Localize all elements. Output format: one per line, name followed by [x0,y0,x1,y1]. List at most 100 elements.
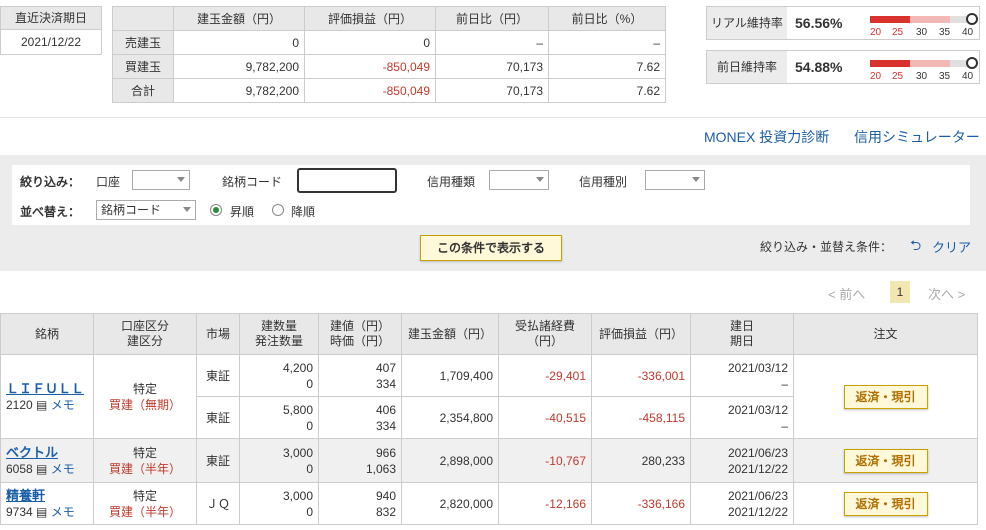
market-cell: 東証 [196,438,240,483]
summary-header-blank [112,6,174,31]
chevron-down-icon [183,207,191,212]
summary-row-label: 買建玉 [112,54,174,79]
memo-icon[interactable]: ▤ [36,462,47,476]
table-row: ＬＩＦＵＬＬ 2120 ▤ メモ 特定 買建（無期） 東証 4,200 0 407… [0,354,978,439]
gauge-marker-icon [966,13,978,25]
pager-next[interactable]: 次へ > [928,284,965,303]
maintenance-gauge: 20 25 30 35 40 [870,13,978,39]
summary-amount: 9,782,200 [173,54,305,79]
positions-table: 銘柄 口座区分 建区分 市場 建数量 発注数量 建値（円） 時価（円） 建玉金額（円）… [0,313,978,525]
gauge-tick: 25 [892,27,904,38]
table-row: ベクトル 6058 ▤ メモ 特定 買建（半年） 東証 3,000 0 966 1,… [0,438,978,483]
credit-type-label: 信用種類 [427,175,476,189]
summary-pct: 7.62 [548,78,666,103]
col-symbol: 銘柄 [0,313,94,355]
pager-current-page[interactable]: 1 [890,281,910,303]
credit-kind-select[interactable] [645,170,705,190]
memo-link[interactable]: メモ [51,398,75,412]
asc-label: 昇順 [230,205,255,219]
date-cell: 2021/03/12– [690,354,794,397]
settlement-date-value: 2021/12/22 [20,35,82,49]
amount-cell: 2,898,000 [401,438,499,483]
monex-diagnosis-link[interactable]: MONEX 投資力診断 [704,127,829,147]
pager-prev[interactable]: < 前へ [828,284,865,303]
apply-filter-button[interactable]: この条件で表示する [420,235,562,261]
prev-day-maintenance-ratio: 前日維持率 54.88% 20 25 30 35 40 [706,50,980,84]
sort-select-value: 銘柄コード [101,203,162,217]
price-cell: 966 1,063 [318,438,402,483]
settle-button[interactable]: 返済・現引 [843,491,928,516]
sort-select[interactable]: 銘柄コード [96,200,196,220]
gauge-tick: 40 [962,71,974,82]
chevron-down-icon [692,177,700,182]
gauge-tick: 20 [870,71,882,82]
gauge-tick: 30 [916,27,928,38]
summary-amount: 0 [173,30,305,55]
symbol-name-link[interactable]: ベクトル [6,445,88,461]
real-maintenance-ratio: リアル維持率 56.56% 20 25 30 35 40 [706,6,980,40]
pl-cell: -458,115 [591,396,691,439]
filter-label: 絞り込み： [20,175,81,189]
col-price: 建値（円） 時価（円） [318,313,402,355]
pl-cell: 280,233 [591,438,691,483]
memo-icon[interactable]: ▤ [36,505,47,519]
condition-label: 絞り込み・並替え条件： [760,240,893,254]
gauge-red-segment [870,16,910,23]
amount-cell: 2,354,800 [401,396,499,439]
stock-code-input[interactable] [297,168,397,193]
col-market: 市場 [196,313,240,355]
summary-row-total: 合計 9,782,200 -850,049 70,173 7.62 [112,78,666,103]
summary-pl: -850,049 [304,78,436,103]
account-select[interactable] [132,170,190,190]
memo-link[interactable]: メモ [51,505,75,519]
summary-pl: 0 [304,30,436,55]
order-cell: 返済・現引 [793,482,978,525]
gauge-pink-segment [910,16,950,23]
asc-radio[interactable] [210,204,222,216]
summary-diff: – [435,30,549,55]
pl-cell: -336,001 [591,354,691,397]
credit-type-select[interactable] [489,170,549,190]
settlement-date-box: 直近決済期日 2021/12/22 [0,6,102,55]
maintenance-label: 前日維持率 [707,51,787,83]
desc-label: 降順 [291,205,316,219]
date-cell: 2021/06/23 2021/12/22 [690,482,794,525]
memo-link[interactable]: メモ [51,462,75,476]
qty-cell: 3,000 0 [239,482,319,525]
settle-button[interactable]: 返済・現引 [843,384,928,409]
summary-amount: 9,782,200 [173,78,305,103]
summary-diff: 70,173 [435,54,549,79]
account-label: 口座 [96,175,121,189]
gauge-tick: 25 [892,71,904,82]
col-date: 建日 期日 [690,313,794,355]
gauge-marker-icon [966,57,978,69]
settlement-date-label: 直近決済期日 [1,7,101,30]
col-amount: 建玉金額（円） [401,313,499,355]
summary-header-amount: 建玉金額（円） [173,6,305,31]
order-cell: 返済・現引 [793,354,978,439]
clear-link[interactable]: クリア [932,237,971,256]
symbol-code: 2120 [6,397,33,412]
sort-label: 並べ替え： [20,205,81,219]
symbol-name-link[interactable]: ＬＩＦＵＬＬ [6,381,88,397]
account-cell: 特定 買建（半年） [93,482,197,525]
order-cell: 返済・現引 [793,438,978,483]
gauge-tick: 20 [870,27,882,38]
summary-row-label: 売建玉 [112,30,174,55]
summary-diff: 70,173 [435,78,549,103]
memo-icon[interactable]: ▤ [36,398,47,412]
account-cell: 特定 買建（無期） [93,354,197,439]
symbol-name-link[interactable]: 精養軒 [6,488,88,504]
summary-pct: – [548,30,666,55]
symbol-cell: 精養軒 9734 ▤ メモ [0,482,94,525]
settle-button[interactable]: 返済・現引 [843,448,928,473]
market-cell: 東証 [196,354,240,397]
account-cell: 特定 買建（半年） [93,438,197,483]
date-cell: 2021/06/23 2021/12/22 [690,438,794,483]
credit-simulator-link[interactable]: 信用シミュレーター [854,127,980,147]
summary-pct: 7.62 [548,54,666,79]
col-order: 注文 [793,313,978,355]
gauge-tick: 35 [939,71,951,82]
gauge-pink-segment [910,60,950,67]
desc-radio[interactable] [272,204,284,216]
